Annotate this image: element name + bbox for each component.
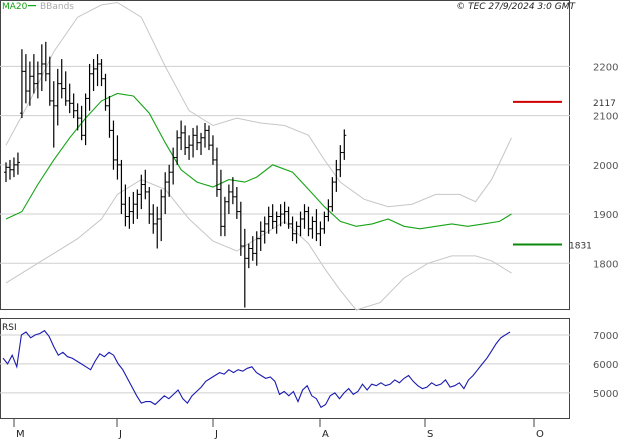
ohlc-bar [63,71,68,106]
ohlc-bar [242,228,247,308]
ohlc-bar [230,177,235,205]
rsi-legend: RSI [2,323,17,333]
ohlc-bar [258,221,263,251]
ohlc-bar [282,201,287,224]
ohlc-bar [155,206,160,249]
ohlc-bar [51,81,56,148]
ohlc-bar [298,211,303,237]
ohlc-bar [103,73,108,111]
ohlc-bar [127,196,132,229]
ohlc-bar [99,59,104,87]
x-axis: MJJASO [13,419,544,440]
ohlc-bar [203,123,207,148]
ohlc-bar [306,206,311,237]
rsi-y-tick-label: 6000 [593,360,618,371]
ohlc-bar [19,49,24,119]
ohlc-bar [23,54,28,104]
support-label: 1831 [569,242,592,252]
ohlc-bar [79,105,84,141]
price-y-tick-label: 2100 [593,112,618,123]
ohlc-bar [222,196,227,237]
ohlc-bar [246,243,251,269]
ohlc-bar [143,169,148,200]
ohlc-bar [111,120,116,170]
ohlc-bar [39,44,44,92]
stock-chart: 2117 1831 2200 2100 2000 1900 1800 7000 6000 5… [0,0,618,440]
ohlc-bar [43,41,48,82]
ohlc-bar [191,127,196,158]
x-tick-label: M [16,429,25,440]
ohlc-bar [262,216,267,244]
price-y-tick-label: 2200 [593,62,618,73]
x-tick-label: A [322,429,329,440]
ohlc-bar [119,159,124,215]
rsi-line [2,329,511,409]
price-y-tick-label: 2000 [593,161,618,172]
ohlc-bar [7,159,12,180]
ohlc-bar [266,206,271,234]
ohlc-bar [310,216,315,239]
ohlc-bar [71,93,76,119]
ohlc-bar [342,129,347,160]
rsi-y-tick-label: 7000 [593,331,618,342]
ohlc-bar [206,125,211,151]
ohlc-bar [338,145,343,178]
ohlc-bar [115,135,120,180]
ohlc-bar [179,120,184,151]
ohlc-bar [183,125,188,155]
ohlc-bar [55,68,60,126]
ohlc-bar [95,54,100,87]
x-tick-label: J [118,429,122,440]
ohlc-bar [326,199,331,222]
ohlc-bar [147,186,152,224]
ohlc-bar [286,206,291,229]
ohlc-bar [195,125,200,151]
ohlc-bar [131,191,136,224]
legend-bbands: BBands [40,2,74,12]
ohlc-bar [163,172,168,215]
ohlc-bar [330,177,335,212]
x-tick-label: S [427,429,433,440]
ohlc-bar [91,59,96,92]
ohlc-bar [107,95,112,138]
legend-ma20: MA20 [2,2,28,12]
ohlc-bar [322,211,327,234]
ohlc-bar [87,63,92,111]
ohlc-bar [187,135,192,160]
ohlc-bar [67,83,72,114]
legend-ma20-swatch [28,5,36,7]
ohlc-bar [151,204,156,234]
ohlc-bar [214,147,219,197]
ohlc-bar [210,135,215,165]
ohlc-bar [218,169,223,237]
ohlc-bar [290,216,295,242]
x-tick-label: J [214,429,218,440]
ohlc-bar [270,204,275,229]
resistance-label: 2117 [593,99,616,109]
ohlc-bar [199,132,204,155]
copyright-timestamp: © TEC 27/9/2024 3:0 GMT [456,2,576,12]
rsi-gridlines [0,334,570,394]
ohlc-bar [302,204,307,229]
x-tick-label: O [536,429,544,440]
bollinger-lower-line [5,179,512,311]
price-y-tick-label: 1900 [593,210,618,221]
rsi-y-axis: 7000 6000 5000 [593,331,618,400]
ohlc-bar [226,184,231,215]
price-y-axis: 2200 2100 2000 1900 1800 [593,62,618,270]
ohlc-bar [35,61,40,99]
ohlc-bar [254,231,259,266]
ohlc-bar [294,221,299,244]
ohlc-bar [59,59,64,99]
ohlc-bar [274,211,279,234]
ohlc-bar [11,157,16,178]
ohlc-bar [31,54,36,94]
rsi-panel-frame [0,318,570,419]
ohlc-bar [15,152,20,175]
ohlc-bar [318,221,323,247]
price-y-tick-label: 1800 [593,259,618,270]
rsi-y-tick-label: 5000 [593,389,618,400]
ohlc-bar [159,189,164,242]
